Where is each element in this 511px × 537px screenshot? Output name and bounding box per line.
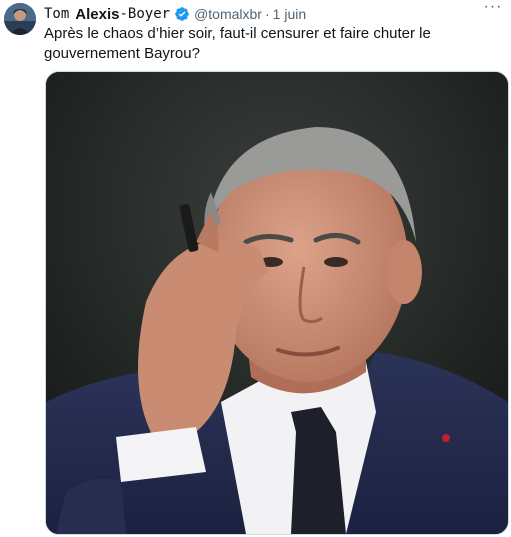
author-handle[interactable]: @tomalxbr (194, 6, 262, 22)
avatar[interactable] (4, 3, 36, 35)
verified-badge-icon (175, 7, 189, 21)
tweet-photo[interactable] (45, 71, 509, 535)
tweet[interactable]: Tom Alexis -Boyer @tomalxbr · 1 juin ··· … (0, 0, 511, 537)
author-name-bold[interactable]: Alexis (75, 6, 119, 23)
more-icon[interactable]: ··· (483, 0, 503, 18)
separator-dot: · (264, 6, 270, 22)
author-name-last[interactable]: -Boyer (120, 6, 171, 22)
author-name-first[interactable]: Tom (44, 6, 69, 22)
tweet-text: Après le chaos d’hier soir, faut-il cens… (44, 25, 431, 62)
tweet-header: Tom Alexis -Boyer @tomalxbr · 1 juin (44, 4, 501, 24)
tweet-timestamp[interactable]: 1 juin (273, 6, 306, 22)
